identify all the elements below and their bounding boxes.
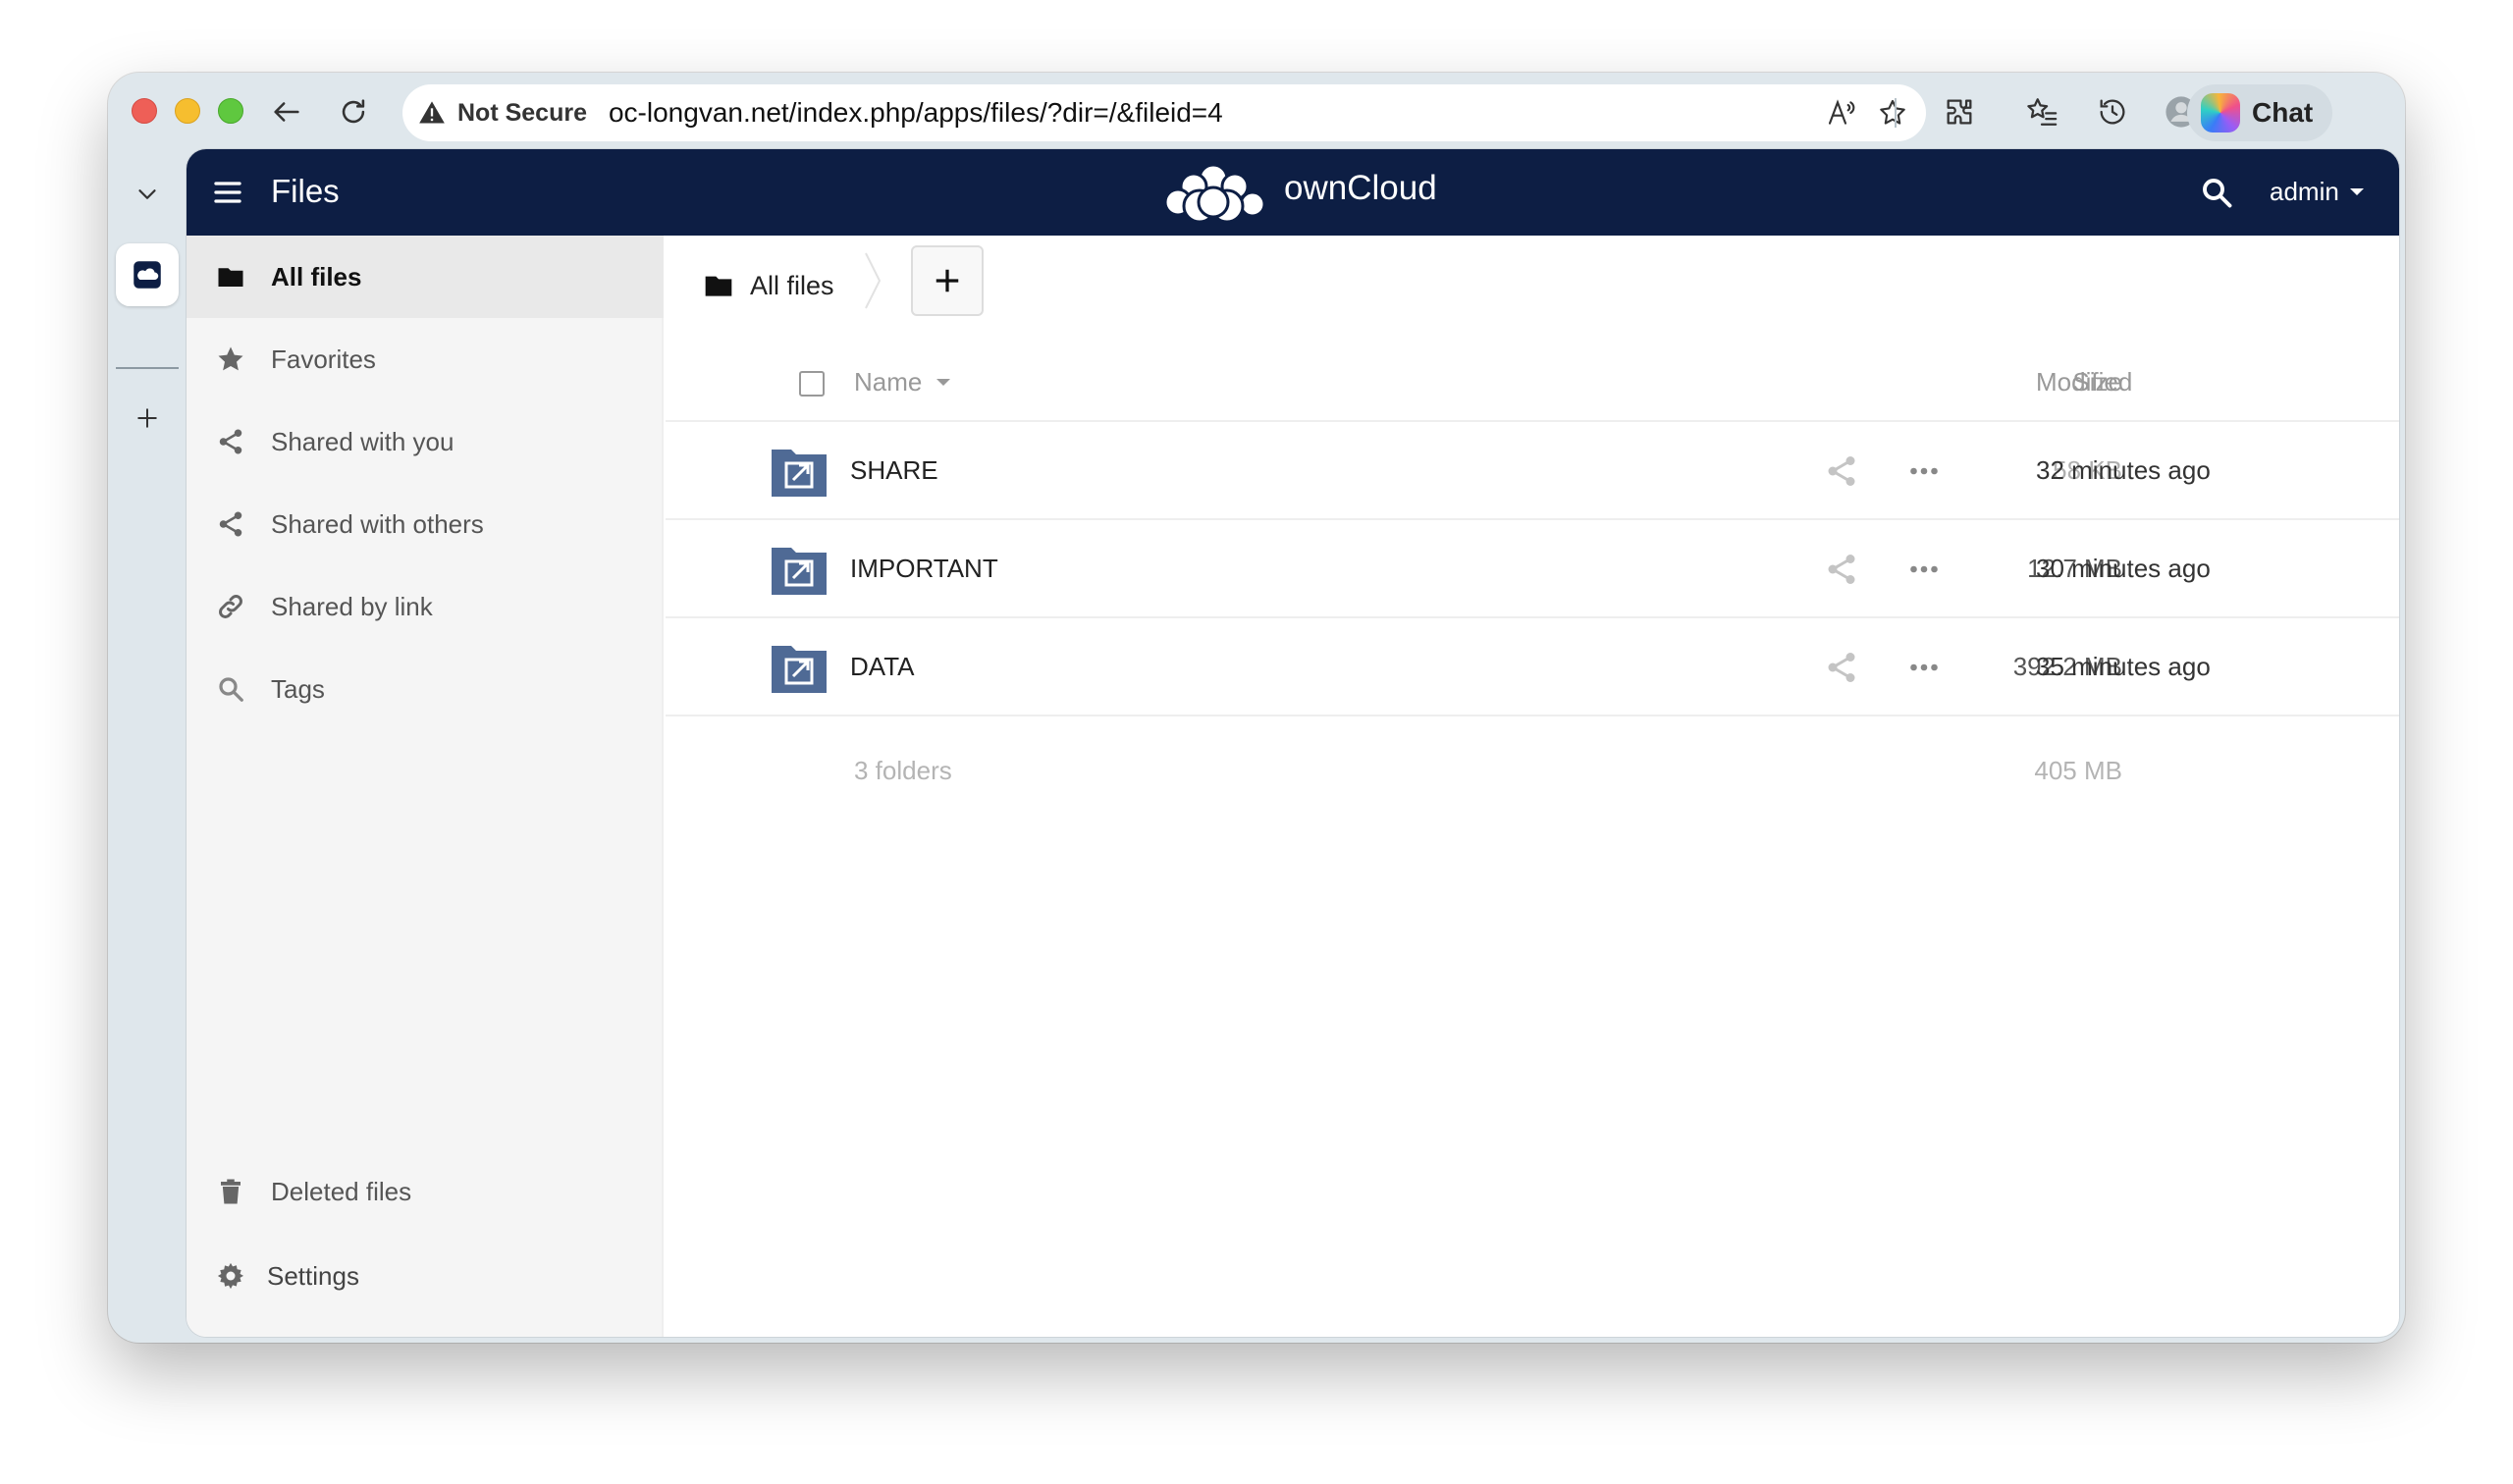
file-list-area: All files Name Size Modified SHARE 58 KB…	[666, 236, 2399, 1337]
table-row[interactable]: DATA 392.2 MB 35 minutes ago	[666, 618, 2399, 716]
file-modified: 30 minutes ago	[2036, 554, 2211, 583]
more-actions-icon[interactable]	[1904, 453, 1944, 489]
chat-label: Chat	[2252, 97, 2314, 128]
address-bar[interactable]: Not Secure oc-longvan.net/index.php/apps…	[402, 84, 1926, 141]
sidebar-item-label: Tags	[271, 673, 325, 704]
breadcrumb-label: All files	[750, 270, 834, 300]
shared-folder-icon	[772, 646, 827, 693]
sidebar-item-label: Shared with you	[271, 426, 454, 456]
sidebar-item-label: Shared with others	[271, 508, 484, 539]
new-tab-plus-icon[interactable]	[116, 387, 179, 450]
sidebar-item-shared-with-others[interactable]: Shared with others	[187, 483, 664, 565]
warning-icon	[418, 99, 446, 127]
minimize-window-button[interactable]	[175, 98, 200, 124]
search-icon	[214, 672, 247, 706]
table-row[interactable]: IMPORTANT 12.7 MB 30 minutes ago	[666, 520, 2399, 618]
sidebar-item-settings[interactable]: Settings	[187, 1235, 664, 1317]
owncloud-tab-icon	[134, 261, 161, 289]
summary-total-size: 405 MB	[2034, 756, 2122, 785]
sidebar-item-label: All files	[271, 261, 362, 292]
user-menu[interactable]: admin	[2270, 177, 2365, 207]
reload-icon[interactable]	[332, 90, 375, 133]
share-icon[interactable]	[1824, 453, 1859, 489]
file-name[interactable]: SHARE	[850, 455, 938, 486]
favorites-icon[interactable]	[2020, 90, 2063, 133]
link-icon	[214, 590, 247, 623]
sidebar-item-all-files[interactable]: All files	[187, 236, 664, 318]
url-text[interactable]: oc-longvan.net/index.php/apps/files/?dir…	[609, 97, 1223, 129]
trash-icon	[214, 1175, 247, 1208]
sidebar-item-label: Settings	[267, 1260, 359, 1291]
breadcrumb[interactable]: All files	[703, 261, 834, 310]
sidebar-item-tags[interactable]: Tags	[187, 648, 664, 730]
read-aloud-icon[interactable]	[1822, 93, 1861, 132]
web-content: Files ownCloud admin All files Favorites…	[187, 149, 2399, 1337]
close-window-button[interactable]	[132, 98, 157, 124]
tab-divider	[116, 367, 179, 369]
breadcrumb-chevron-icon	[865, 252, 882, 309]
gear-icon	[214, 1259, 247, 1293]
sidebar-item-shared-by-link[interactable]: Shared by link	[187, 565, 664, 648]
maximize-window-button[interactable]	[218, 98, 243, 124]
owncloud-logo-icon[interactable]	[1156, 157, 1276, 230]
extensions-icon[interactable]	[1938, 90, 1981, 133]
user-name: admin	[2270, 177, 2339, 206]
share-icon[interactable]	[1824, 650, 1859, 685]
security-label[interactable]: Not Secure	[457, 99, 587, 128]
search-icon[interactable]	[2199, 175, 2234, 210]
brand-name: ownCloud	[1284, 169, 1437, 207]
shared-folder-icon	[772, 548, 827, 595]
back-icon[interactable]	[265, 90, 308, 133]
file-modified: 35 minutes ago	[2036, 652, 2211, 681]
toolbar-divider	[1895, 98, 1897, 128]
sidebar-item-favorites[interactable]: Favorites	[187, 318, 664, 400]
share-icon	[214, 507, 247, 541]
sidebar-item-shared-with-you[interactable]: Shared with you	[187, 400, 664, 483]
star-icon	[214, 343, 247, 376]
share-icon[interactable]	[1824, 552, 1859, 587]
history-icon[interactable]	[2091, 90, 2134, 133]
share-icon	[214, 425, 247, 458]
app-title[interactable]: Files	[271, 173, 340, 210]
tab-owncloud[interactable]	[116, 243, 179, 306]
new-button[interactable]	[911, 245, 984, 316]
app-sidebar: All files Favorites Shared with you Shar…	[187, 236, 664, 1337]
more-actions-icon[interactable]	[1904, 552, 1944, 587]
file-name[interactable]: DATA	[850, 652, 914, 682]
menu-icon[interactable]	[210, 175, 245, 210]
table-row[interactable]: SHARE 58 KB 32 minutes ago	[666, 422, 2399, 520]
column-name-label: Name	[854, 367, 923, 397]
sidebar-item-label: Deleted files	[271, 1176, 412, 1206]
shared-folder-icon	[772, 450, 827, 497]
copilot-icon	[2201, 93, 2240, 132]
caret-down-icon	[2349, 187, 2364, 195]
sort-caret-icon	[936, 378, 951, 386]
more-actions-icon[interactable]	[1904, 650, 1944, 685]
favorite-star-icon[interactable]	[1873, 93, 1912, 132]
table-header: Name Size Modified	[666, 345, 2399, 422]
file-name[interactable]: IMPORTANT	[850, 554, 998, 584]
app-header: Files ownCloud admin	[187, 149, 2399, 236]
folder-icon	[214, 260, 247, 293]
sidebar-item-label: Shared by link	[271, 591, 433, 621]
browser-toolbar: Not Secure oc-longvan.net/index.php/apps…	[108, 73, 2405, 149]
file-modified: 32 minutes ago	[2036, 455, 2211, 485]
summary-folder-count: 3 folders	[854, 756, 952, 785]
column-name-header[interactable]: Name	[854, 367, 951, 398]
vertical-tab-strip	[108, 149, 187, 1343]
column-modified-header[interactable]: Modified	[2036, 367, 2132, 398]
folder-icon	[705, 276, 732, 296]
sidebar-item-label: Favorites	[271, 344, 376, 374]
select-all-checkbox[interactable]	[799, 371, 825, 397]
tab-list-chevron-icon[interactable]	[116, 163, 179, 226]
browser-window: Not Secure oc-longvan.net/index.php/apps…	[108, 73, 2405, 1343]
chat-button[interactable]: Chat	[2187, 84, 2332, 141]
plus-icon	[936, 269, 959, 292]
sidebar-item-deleted-files[interactable]: Deleted files	[187, 1150, 664, 1233]
